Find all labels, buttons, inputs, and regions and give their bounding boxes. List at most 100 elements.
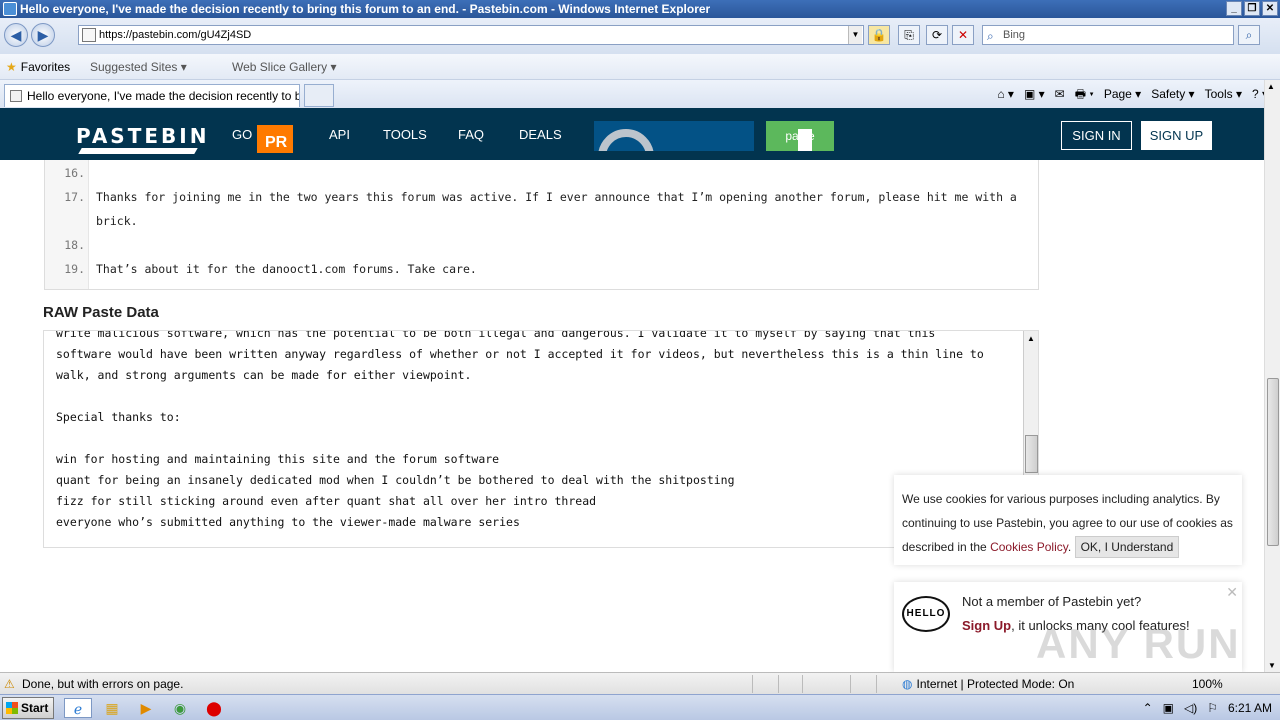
search-go-button[interactable]: ⌕ [1238,25,1260,45]
security-zone[interactable]: ◍ Internet | Protected Mode: On [902,673,1074,695]
raw-paste-textarea[interactable]: write malicious software, which has the … [43,330,1039,548]
member-question: Not a member of Pastebin yet? [962,594,1142,609]
nav-faq[interactable]: FAQ [458,127,484,142]
status-divider [778,675,779,693]
antivirus-taskbar-icon[interactable]: ⬤ [200,698,228,718]
cookie-banner: We use cookies for various purposes incl… [894,475,1242,565]
mail-button[interactable]: ✉ [1055,86,1065,102]
window-title-bar: Hello everyone, I've made the decision r… [0,0,1280,18]
windows-logo-icon [6,702,18,714]
scroll-up-icon[interactable]: ▲ [1267,82,1275,91]
tab-pastebin[interactable]: Hello everyone, I've made the decision r… [4,84,300,107]
close-button[interactable]: ✕ [1262,1,1278,16]
start-button[interactable]: Start [2,697,54,719]
explorer-taskbar-icon[interactable]: ▦ [98,698,126,718]
page-icon [10,90,22,102]
stop-icon[interactable]: ✕ [952,25,974,45]
anyrun-watermark: ANY RUN [1036,620,1241,667]
tray-arrow-icon[interactable]: ⌃ [1143,695,1153,721]
hello-badge-icon: HELLO [902,596,950,632]
new-tab-button[interactable] [304,84,334,107]
line-text: That’s about it for the danooct1.com for… [96,262,477,276]
scroll-up-icon[interactable]: ▲ [1027,334,1035,343]
cookie-text-end: . [1067,540,1072,554]
raw-scroll-thumb[interactable] [1025,435,1038,473]
safety-menu[interactable]: Safety ▾ [1151,86,1194,102]
cookie-ok-button[interactable]: OK, I Understand [1074,536,1180,558]
scroll-down-icon[interactable]: ▼ [1268,661,1276,670]
status-text: Done, but with errors on page. [22,677,184,691]
clock[interactable]: 6:21 AM [1228,695,1272,721]
search-input[interactable]: ⌕ Bing [982,25,1234,45]
line-number: 17. [64,190,85,204]
restore-button[interactable]: ❐ [1244,1,1260,16]
raw-paste-title: RAW Paste Data [43,304,159,321]
volume-icon[interactable]: ◁) [1184,695,1197,721]
nav-pro-badge[interactable]: PR [257,125,293,153]
media-player-taskbar-icon[interactable]: ▶ [132,698,160,718]
line-number: 18. [64,238,85,252]
pastebin-logo[interactable]: PASTEBIN [76,124,209,148]
favorites-button[interactable]: ★ Favorites [6,54,70,80]
tools-menu[interactable]: Tools ▾ [1205,86,1242,102]
warning-icon[interactable]: ⚠ [4,673,15,695]
nav-api[interactable]: API [329,127,350,142]
address-bar[interactable]: https://pastebin.com/gU4Zj4SD [78,25,864,45]
web-slice-gallery-link[interactable]: Web Slice Gallery ▾ [232,54,337,80]
nav-go[interactable]: GO [232,127,252,142]
line-text: Thanks for joining me in the two years t… [96,190,1017,228]
page-scrollbar[interactable]: ▲ ▼ [1264,80,1280,672]
page-menu[interactable]: Page ▾ [1104,86,1141,102]
cookies-policy-link[interactable]: Cookies Policy [990,540,1068,554]
nav-deals[interactable]: DEALS [519,127,562,142]
favorites-bar: ★ Favorites Suggested Sites ▾ Web Slice G… [0,54,1280,80]
zoom-level[interactable]: 100% [1192,673,1223,695]
line-number: 19. [64,262,85,276]
status-divider [802,675,803,693]
sign-in-button[interactable]: SIGN IN [1061,121,1132,150]
logo-stripe [78,148,198,154]
status-divider [752,675,753,693]
star-icon: ★ [6,60,17,74]
paste-cursor-icon [798,129,812,151]
security-zone-label: Internet | Protected Mode: On [916,677,1075,691]
minimize-button[interactable]: _ [1226,1,1242,16]
sign-up-button[interactable]: SIGN UP [1141,121,1212,150]
page-viewport: 15.everyone who’s submitted anything to … [0,108,1264,672]
refresh-icon[interactable]: ⟳ [926,25,948,45]
address-toolbar: ◀ ▶ https://pastebin.com/gU4Zj4SD ▼ 🔒 ⎘ … [0,18,1280,54]
lock-icon[interactable]: 🔒 [868,25,890,45]
chrome-taskbar-icon[interactable]: ◉ [166,698,194,718]
forward-button[interactable]: ▶ [31,23,55,47]
page-icon [82,28,96,42]
suggested-sites-link[interactable]: Suggested Sites ▾ [90,54,187,80]
line-number: 16. [64,166,85,180]
ie-taskbar-icon[interactable]: ℯ [64,698,92,718]
page-scroll-thumb[interactable] [1267,378,1279,546]
home-button[interactable]: ⌂ ▾ [997,86,1014,102]
member-signup-link[interactable]: Sign Up [962,618,1011,633]
print-button[interactable]: 🖶 ▾ [1075,86,1094,102]
network-icon[interactable]: ▣ [1163,695,1174,721]
search-placeholder: Bing [1003,29,1026,41]
code-box: 15.everyone who’s submitted anything to … [44,148,1039,290]
address-url: https://pastebin.com/gU4Zj4SD [99,29,252,41]
taskbar: Start ℯ ▦ ▶ ◉ ⬤ ⌃ ▣ ◁) ⚐ 6:21 AM [0,694,1280,720]
command-bar: ⌂ ▾ ▣ ▾ ✉ 🖶 ▾ Page ▾ Safety ▾ Tools ▾ ? … [997,86,1268,102]
start-label: Start [21,701,49,715]
paste-button[interactable]: paste [766,121,834,151]
address-dropdown-icon[interactable]: ▼ [848,26,862,44]
feeds-button[interactable]: ▣ ▾ [1024,86,1045,102]
nav-tools[interactable]: TOOLS [383,127,427,142]
system-tray: ⌃ ▣ ◁) ⚐ 6:21 AM [1143,695,1272,721]
favorites-label: Favorites [20,60,71,74]
globe-icon: ◍ [902,677,913,691]
header-search-input[interactable] [594,121,754,151]
search-icon: ⌕ [987,29,994,43]
compatibility-view-icon[interactable]: ⎘ [898,25,920,45]
back-button[interactable]: ◀ [4,23,28,47]
status-divider [850,675,851,693]
flag-icon[interactable]: ⚐ [1207,695,1218,721]
member-close-icon[interactable]: ✕ [1226,584,1238,601]
raw-paste-text: write malicious software, which has the … [56,330,984,529]
